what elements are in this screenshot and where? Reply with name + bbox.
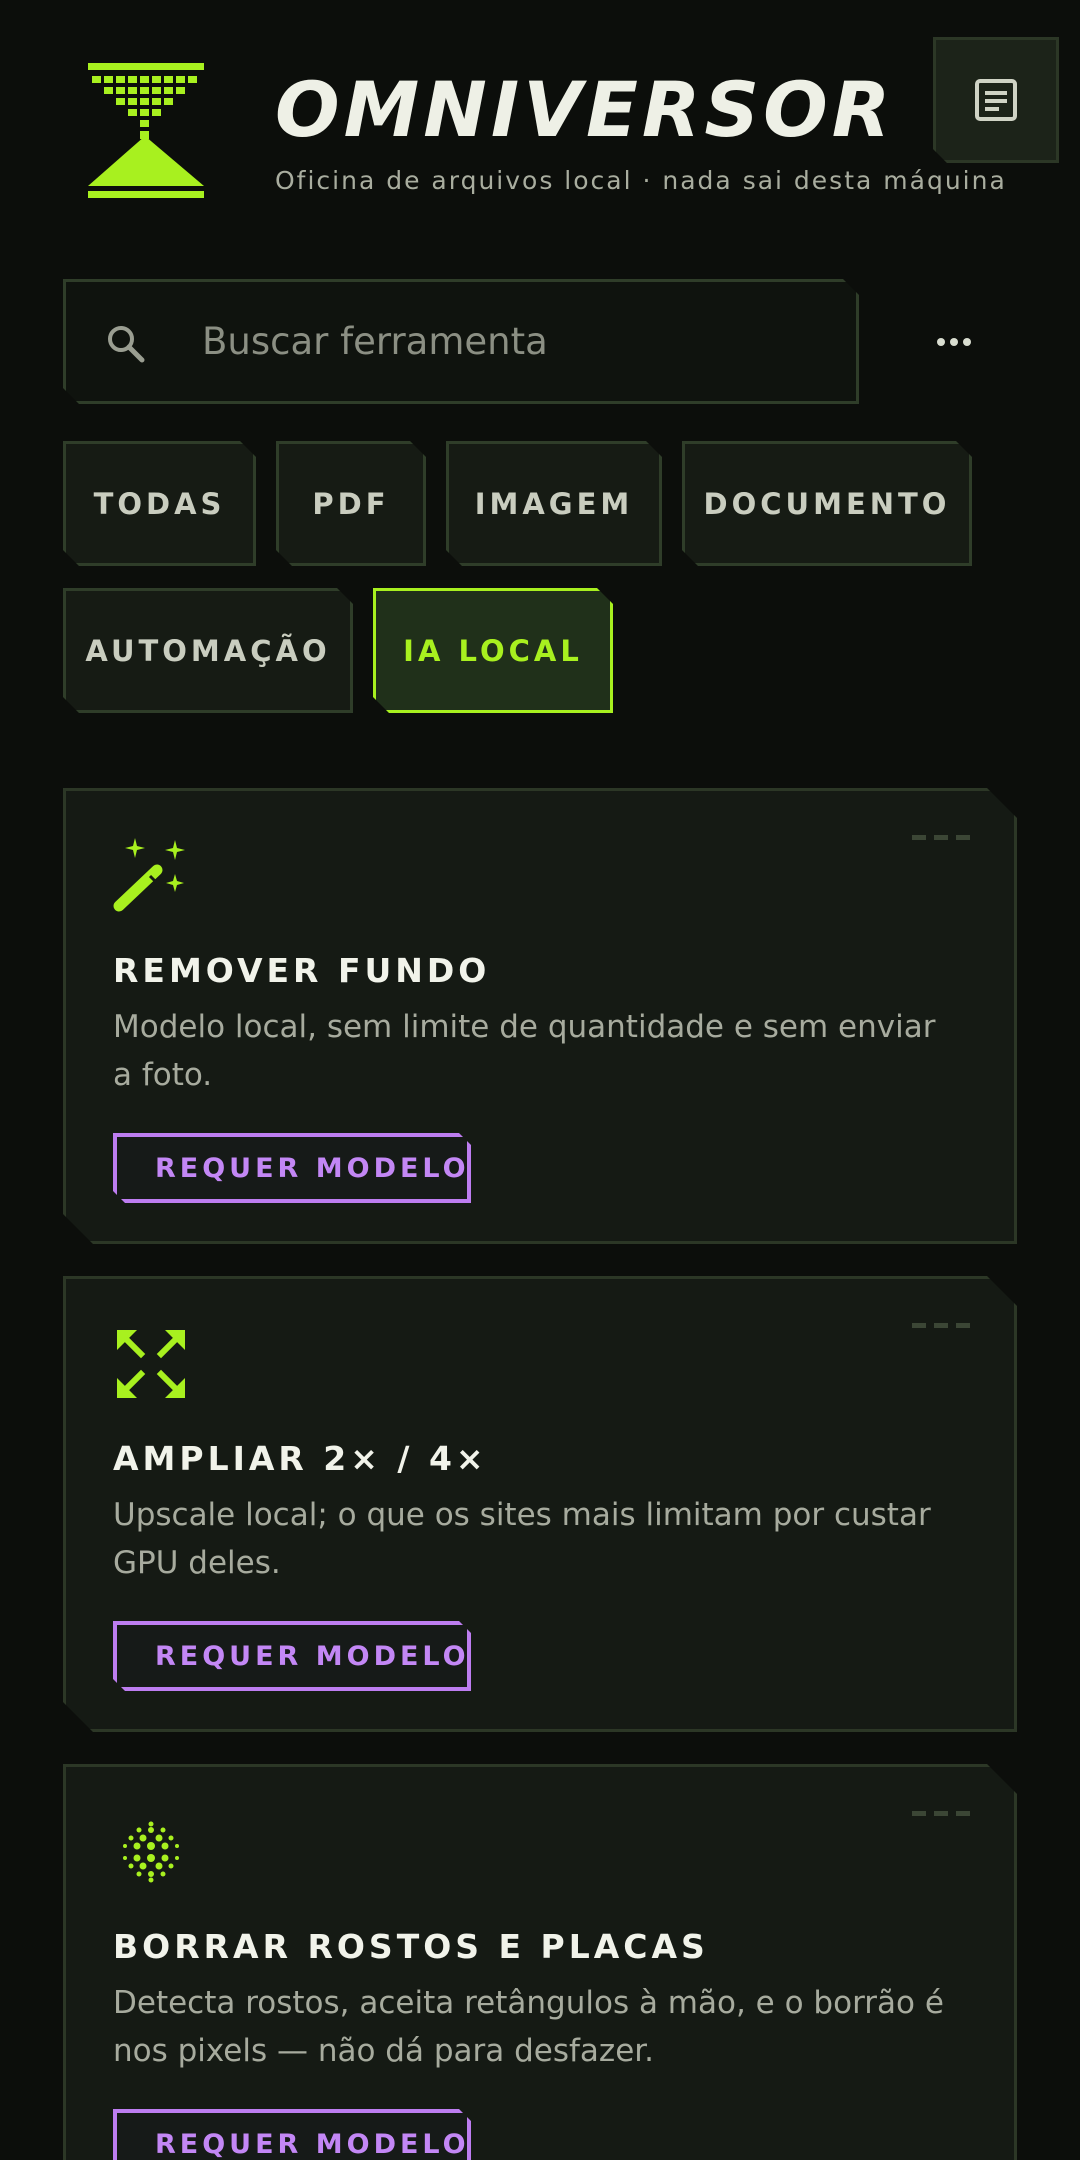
tool-card-remover-fundo[interactable]: REMOVER FUNDO Modelo local, sem limite d… [63,788,1017,1244]
requires-model-button[interactable]: REQUER MODELO [113,2109,471,2160]
tool-card-borrar-rostos[interactable]: BORRAR ROSTOS E PLACAS Detecta rostos, a… [63,1764,1017,2160]
filter-chip-label: AUTOMAÇÃO [85,633,331,668]
filter-chip-automacao[interactable]: AUTOMAÇÃO [63,588,353,713]
document-button[interactable] [933,37,1059,163]
search-input[interactable] [202,282,822,401]
hourglass-icon [88,63,204,198]
requires-model-label: REQUER MODELO [155,1152,470,1184]
requires-model-label: REQUER MODELO [155,1640,470,1672]
magic-wand-icon [111,836,191,916]
tool-description: Modelo local, sem limite de quantidade e… [113,1009,936,1093]
filter-chip-label: TODAS [93,486,226,521]
tool-description: Upscale local; o que os sites mais limit… [113,1497,931,1581]
filter-chip-label: IMAGEM [474,486,634,521]
filter-chip-label: DOCUMENTO [703,486,951,521]
app-subtitle: Oficina de arquivos local · nada sai des… [275,166,1007,195]
more-options-button[interactable] [918,312,990,372]
document-icon [974,78,1018,122]
tool-title: AMPLIAR 2× / 4× [113,1439,488,1478]
tool-description: Detecta rostos, aceita retângulos à mão,… [113,1985,944,2069]
filter-chip-label: IA LOCAL [403,633,583,668]
tool-title: REMOVER FUNDO [113,951,491,990]
requires-model-button[interactable]: REQUER MODELO [113,1133,471,1203]
filter-chip-documento[interactable]: DOCUMENTO [682,441,972,566]
search-box [63,279,859,404]
filter-chip-todas[interactable]: TODAS [63,441,256,566]
search-icon [106,324,146,364]
filter-chip-imagem[interactable]: IMAGEM [446,441,662,566]
card-menu-icon [912,1323,970,1328]
requires-model-label: REQUER MODELO [155,2128,470,2160]
tool-card-ampliar[interactable]: AMPLIAR 2× / 4× Upscale local; o que os … [63,1276,1017,1732]
card-menu-icon [912,835,970,840]
app-title: OMNIVERSOR [275,65,895,154]
expand-icon [111,1324,191,1404]
app-screen: OMNIVERSOR Oficina de arquivos local · n… [0,0,1080,2160]
more-horizontal-icon [937,338,945,346]
filter-chip-ia-local[interactable]: IA LOCAL [373,588,613,713]
blur-dots-icon [111,1812,191,1892]
filter-chip-label: PDF [312,486,390,521]
card-menu-icon [912,1811,970,1816]
tool-title: BORRAR ROSTOS E PLACAS [113,1927,709,1966]
filter-chip-pdf[interactable]: PDF [276,441,426,566]
requires-model-button[interactable]: REQUER MODELO [113,1621,471,1691]
